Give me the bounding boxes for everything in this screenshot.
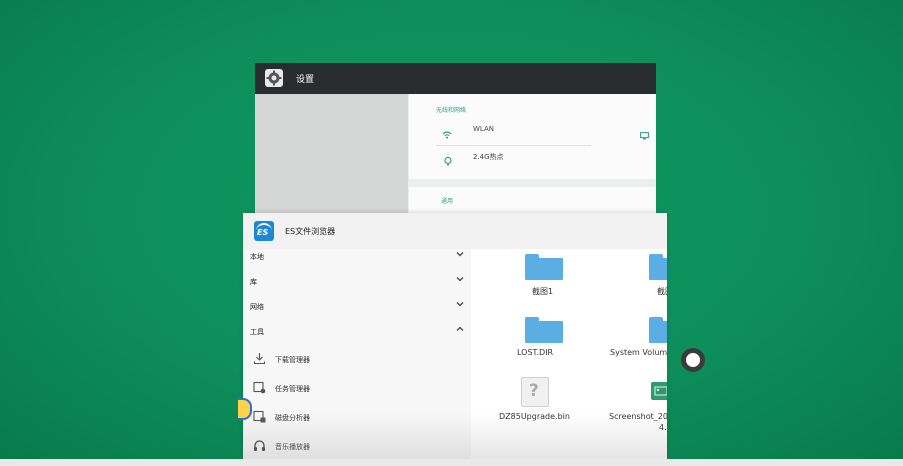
disk-analyzer-icon (253, 410, 266, 423)
file-item[interactable]: System Volume Information (604, 312, 667, 372)
sidebar-section-label: 本地 (250, 253, 264, 261)
headphones-icon (254, 440, 265, 451)
file-item[interactable]: ? DZ85Upgrade.bin (479, 374, 589, 434)
section-label-wireless: 无线和网络 (436, 107, 467, 114)
image-file-icon (651, 382, 667, 400)
row-divider (436, 145, 591, 146)
wireless-network-panel: 无线和网络 WLAN 2.4G热点 (409, 94, 656, 179)
chevron-up-icon (456, 326, 464, 331)
tool-item-music-player[interactable]: 音乐播放器 (243, 432, 471, 460)
tool-label: 下载管理器 (275, 356, 310, 364)
sidebar-section-local[interactable]: 本地 (243, 244, 471, 269)
recent-card-settings[interactable]: 设置 无线和网络 WLAN 2.4G热点 通用 (255, 63, 656, 218)
sidebar-section-label: 工具 (250, 328, 264, 336)
unknown-file-glyph: ? (529, 381, 539, 401)
wifi-icon (442, 124, 452, 143)
tool-label: 磁盘分析器 (275, 414, 310, 422)
bottom-edge-bar (0, 459, 903, 466)
sidebar-section-tools[interactable]: 工具 (243, 319, 471, 344)
gear-icon (265, 69, 283, 87)
folder-icon (525, 254, 563, 280)
file-name: 截图 (657, 287, 667, 296)
unknown-file-icon: ? (521, 377, 549, 407)
file-name: LOST.DIR (517, 348, 554, 357)
chevron-down-icon (456, 277, 464, 282)
file-item[interactable]: 截图1 (479, 249, 589, 309)
monitor-icon (640, 125, 649, 144)
file-item[interactable]: LOST.DIR (479, 312, 589, 372)
settings-card-title: 设置 (296, 75, 315, 85)
download-icon (253, 353, 266, 365)
file-name: System Volume Information (610, 348, 667, 357)
tool-label: 音乐播放器 (275, 443, 310, 451)
sidebar-section-label: 库 (250, 278, 257, 286)
wlan-label: WLAN (473, 125, 495, 133)
sidebar-section-library[interactable]: 库 (243, 269, 471, 294)
settings-card-header: 设置 (255, 63, 656, 94)
sidebar-section-label: 网络 (250, 303, 264, 311)
file-grid: 截图1 截图 LOST.DIR System Volume Informatio… (471, 249, 667, 466)
folder-icon (525, 317, 563, 343)
edge-handle[interactable] (238, 398, 252, 420)
tool-label: 任务管理器 (275, 385, 310, 393)
floating-assistive-ball[interactable] (681, 348, 705, 372)
sidebar-section-network[interactable]: 网络 (243, 294, 471, 319)
es-file-explorer-icon: ES (254, 221, 274, 241)
tool-item-disk-analyzer[interactable]: 磁盘分析器 (243, 403, 471, 431)
es-sidebar: 本地 库 网络 工具 下载管理器 任务管理器 磁盘分析器 音乐播放器 (243, 249, 471, 466)
file-name: 截图1 (532, 287, 554, 296)
file-name: Screenshot_20 (609, 412, 667, 421)
tool-item-download-manager[interactable]: 下载管理器 (243, 345, 471, 373)
task-manager-icon (253, 381, 266, 394)
floating-ball-inner (686, 353, 700, 367)
folder-icon (649, 317, 667, 343)
settings-category-pane (255, 94, 408, 218)
folder-icon (649, 254, 667, 280)
hotspot-label: 2.4G热点 (473, 153, 504, 161)
file-name: DZ85Upgrade.bin (499, 412, 570, 421)
tool-item-task-manager[interactable]: 任务管理器 (243, 374, 471, 402)
es-card-title: ES文件浏览器 (285, 227, 336, 236)
hotspot-icon (444, 151, 452, 170)
file-name-line2: 4.png (659, 423, 667, 432)
es-icon-letters: ES (257, 228, 269, 237)
file-item[interactable]: Screenshot_20 4.png (604, 374, 667, 434)
section-label-general: 通用 (441, 198, 454, 205)
recent-card-es-file-explorer[interactable]: ES ES文件浏览器 本地 库 网络 工具 下载管理器 任务管理器 磁盘分析器 … (243, 213, 667, 466)
file-item[interactable]: 截图 (604, 249, 667, 309)
chevron-down-icon (456, 252, 464, 257)
chevron-down-icon (456, 302, 464, 307)
